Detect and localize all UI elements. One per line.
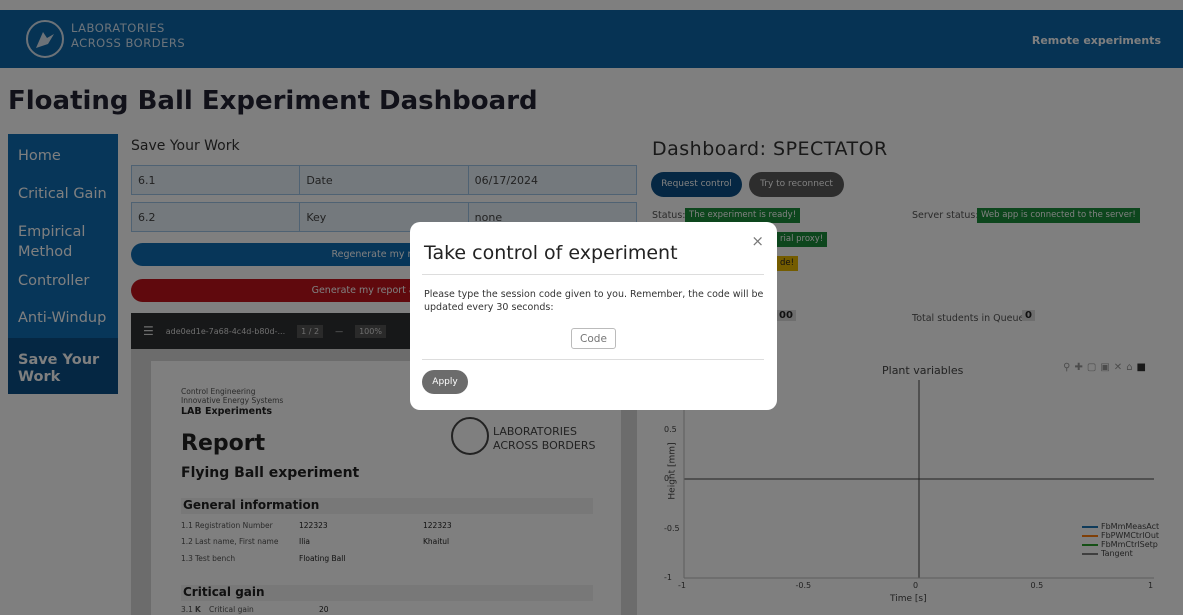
modal-title: Take control of experiment (424, 242, 678, 264)
divider (422, 274, 764, 275)
session-code-input[interactable] (571, 328, 616, 349)
modal-body-text: Please type the session code given to yo… (424, 289, 764, 313)
close-icon[interactable]: × (751, 232, 764, 250)
divider (422, 359, 764, 360)
apply-button[interactable]: Apply (422, 370, 468, 394)
take-control-modal: Take control of experiment × Please type… (410, 222, 777, 410)
